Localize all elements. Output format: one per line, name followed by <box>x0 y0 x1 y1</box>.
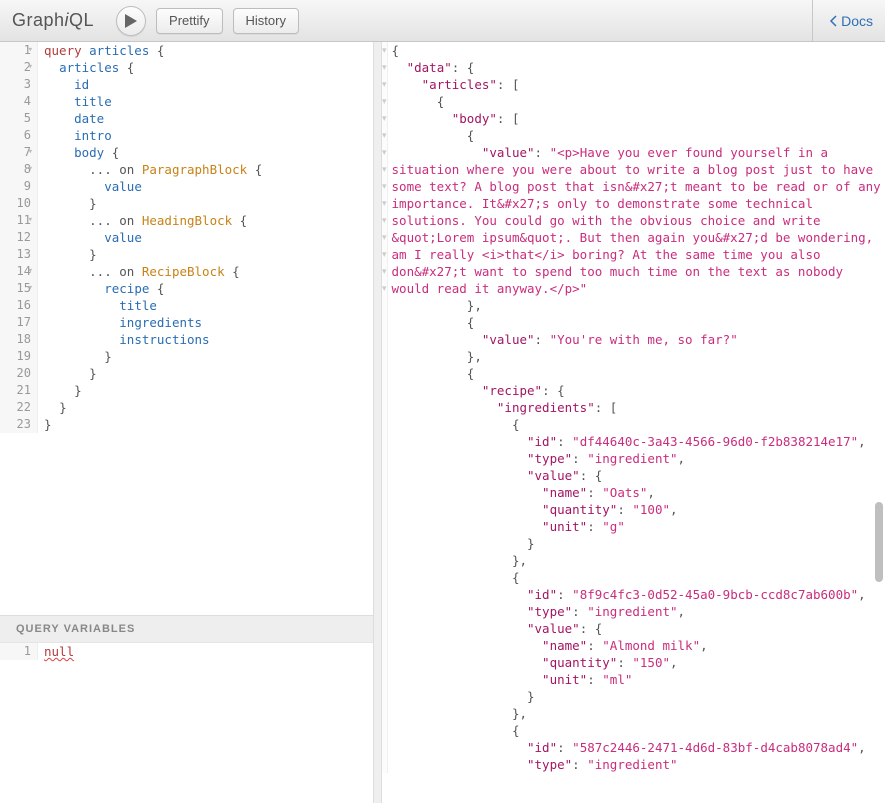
scrollbar-thumb[interactable] <box>875 502 883 582</box>
result-code: { "data": { "articles": [ { "body": [ { … <box>388 42 885 773</box>
app-logo: GraphiQL <box>12 10 94 31</box>
docs-label: Docs <box>841 13 873 29</box>
chevron-left-icon <box>829 15 837 27</box>
prettify-button[interactable]: Prettify <box>156 8 222 34</box>
toolbar: GraphiQL Prettify History Docs <box>0 0 885 42</box>
query-code[interactable]: query articles { articles { id title dat… <box>38 42 268 433</box>
vars-code[interactable]: null <box>38 643 80 660</box>
variables-editor[interactable]: 1 null <box>0 643 373 803</box>
play-icon <box>125 14 137 28</box>
run-button[interactable] <box>116 6 146 36</box>
pane-resizer[interactable] <box>374 42 382 803</box>
vars-gutter: 1 <box>0 643 38 660</box>
history-button[interactable]: History <box>233 8 299 34</box>
variables-header[interactable]: Query Variables <box>0 615 373 643</box>
result-pane[interactable]: ▾▾▾▾▾▾ ▾ ▾▾▾▾ ▾ ▾ ▾ ▾ { "data": { "artic… <box>382 42 885 803</box>
query-gutter: 1▾2▾34567▾8▾91011▾121314▾15▾161718192021… <box>0 42 38 433</box>
docs-link[interactable]: Docs <box>829 13 873 29</box>
query-editor[interactable]: 1▾2▾34567▾8▾91011▾121314▾15▾161718192021… <box>0 42 373 615</box>
